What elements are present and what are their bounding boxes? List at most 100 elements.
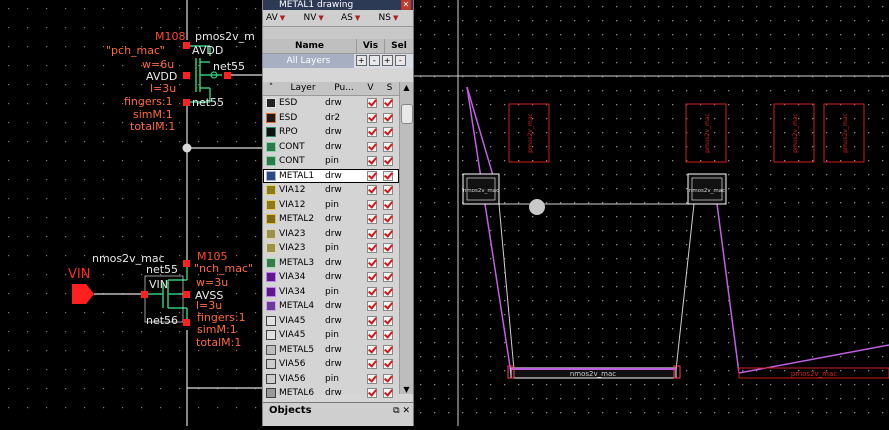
all-layers-row[interactable]: All Layers + - + - bbox=[263, 54, 413, 68]
visible-checkbox[interactable] bbox=[367, 112, 377, 123]
layer-row[interactable]: METAL1 drw bbox=[263, 168, 399, 183]
filter-as[interactable]: AS ▼ bbox=[338, 13, 376, 23]
visible-checkbox[interactable] bbox=[367, 330, 377, 341]
layout-canvas[interactable]: pmos2v_mac pmos2v_mac pmos2v_mac pmos2v_… bbox=[414, 0, 889, 426]
selectable-checkbox[interactable] bbox=[383, 373, 393, 384]
selectable-checkbox[interactable] bbox=[383, 301, 393, 312]
show-all-sel-button[interactable]: + bbox=[381, 55, 393, 66]
scroll-down-icon[interactable]: ▼ bbox=[400, 385, 413, 394]
selectable-checkbox[interactable] bbox=[383, 359, 393, 370]
dropdown-arrow-icon: ▼ bbox=[279, 14, 286, 22]
layer-row[interactable]: METAL3 drw bbox=[263, 256, 399, 271]
col-visible[interactable]: V bbox=[361, 82, 380, 95]
hide-all-sel-button[interactable]: - bbox=[394, 55, 406, 66]
selectable-checkbox[interactable] bbox=[383, 156, 393, 167]
selectable-checkbox[interactable] bbox=[383, 199, 393, 210]
col-name[interactable]: Name bbox=[263, 39, 357, 53]
selectable-checkbox[interactable] bbox=[383, 272, 393, 283]
col-layer[interactable]: Layer bbox=[279, 82, 327, 95]
visible-checkbox[interactable] bbox=[367, 344, 377, 355]
visible-checkbox[interactable] bbox=[367, 315, 377, 326]
col-vis[interactable]: Vis bbox=[357, 39, 385, 53]
selectable-checkbox[interactable] bbox=[383, 315, 393, 326]
float-window-icon[interactable]: ⧉ bbox=[393, 406, 399, 416]
visible-checkbox[interactable] bbox=[367, 272, 377, 283]
selectable-checkbox[interactable] bbox=[383, 170, 393, 181]
col-sel[interactable]: Sel bbox=[385, 39, 413, 53]
scroll-up-icon[interactable]: ▲ bbox=[400, 82, 413, 93]
visible-checkbox[interactable] bbox=[367, 170, 377, 181]
visible-checkbox[interactable] bbox=[367, 228, 377, 239]
layer-row[interactable]: RPO drw bbox=[263, 125, 399, 140]
dropdown-arrow-icon: ▼ bbox=[318, 14, 324, 22]
layer-row[interactable]: METAL6 drw bbox=[263, 386, 399, 401]
visible-checkbox[interactable] bbox=[367, 98, 377, 109]
visible-checkbox[interactable] bbox=[367, 286, 377, 297]
selectable-checkbox[interactable] bbox=[383, 330, 393, 341]
selectable-checkbox[interactable] bbox=[383, 344, 393, 355]
selectable-checkbox[interactable] bbox=[383, 228, 393, 239]
layer-row[interactable]: METAL5 drw bbox=[263, 343, 399, 358]
layer-row[interactable]: VIA12 pin bbox=[263, 198, 399, 213]
filter-ns[interactable]: NS ▼ bbox=[376, 13, 414, 23]
visible-checkbox[interactable] bbox=[367, 214, 377, 225]
visible-checkbox[interactable] bbox=[367, 243, 377, 254]
layer-purpose: drw bbox=[325, 388, 342, 399]
layer-list-scrollbar[interactable]: ▲ ▼ bbox=[399, 82, 413, 394]
close-icon[interactable]: ✕ bbox=[401, 0, 411, 10]
layer-row[interactable]: VIA45 drw bbox=[263, 314, 399, 329]
nmos-simM: simM:1 bbox=[197, 323, 237, 336]
visible-checkbox[interactable] bbox=[367, 127, 377, 138]
selectable-checkbox[interactable] bbox=[383, 243, 393, 254]
layer-row[interactable]: CONT drw bbox=[263, 140, 399, 155]
selectable-checkbox[interactable] bbox=[383, 98, 393, 109]
layer-row[interactable]: ESD dr2 bbox=[263, 111, 399, 126]
show-all-vis-button[interactable]: + bbox=[355, 55, 367, 66]
layer-row[interactable]: METAL2 drw bbox=[263, 212, 399, 227]
visible-checkbox[interactable] bbox=[367, 301, 377, 312]
layer-row[interactable]: VIA56 pin bbox=[263, 372, 399, 387]
layer-name: VIA45 bbox=[279, 315, 306, 326]
selectable-checkbox[interactable] bbox=[383, 388, 393, 399]
hide-all-vis-button[interactable]: - bbox=[368, 55, 380, 66]
col-purpose[interactable]: Pu... bbox=[327, 82, 361, 95]
nmos-net-top: net55 bbox=[146, 263, 178, 276]
layer-row[interactable]: CONT pin bbox=[263, 154, 399, 169]
selectable-checkbox[interactable] bbox=[383, 112, 393, 123]
visible-checkbox[interactable] bbox=[367, 359, 377, 370]
schematic-canvas[interactable]: M108 pmos2v_m "pch_mac" AVDD w=6u net55 … bbox=[0, 0, 262, 426]
close-icon[interactable]: ✕ bbox=[402, 406, 410, 416]
scroll-thumb[interactable] bbox=[401, 104, 413, 124]
layer-name: ESD bbox=[279, 112, 298, 123]
filter-av[interactable]: AV ▼ bbox=[263, 13, 301, 23]
visible-checkbox[interactable] bbox=[367, 185, 377, 196]
selectable-checkbox[interactable] bbox=[383, 127, 393, 138]
layer-row[interactable]: ESD drw bbox=[263, 96, 399, 111]
layer-row[interactable]: VIA12 drw bbox=[263, 183, 399, 198]
layer-row[interactable]: VIA56 drw bbox=[263, 357, 399, 372]
visible-checkbox[interactable] bbox=[367, 156, 377, 167]
selectable-checkbox[interactable] bbox=[383, 286, 393, 297]
selectable-checkbox[interactable] bbox=[383, 257, 393, 268]
selectable-checkbox[interactable] bbox=[383, 141, 393, 152]
visible-checkbox[interactable] bbox=[367, 257, 377, 268]
layer-row[interactable]: VIA23 pin bbox=[263, 241, 399, 256]
layer-row[interactable]: VIA23 drw bbox=[263, 227, 399, 242]
col-selectable[interactable]: S bbox=[380, 82, 399, 95]
layout-instance[interactable]: nmos2v_mac bbox=[462, 173, 500, 205]
layer-row[interactable]: VIA34 drw bbox=[263, 270, 399, 285]
selectable-checkbox[interactable] bbox=[383, 185, 393, 196]
filter-nv[interactable]: NV ▼ bbox=[301, 13, 339, 23]
visible-checkbox[interactable] bbox=[367, 199, 377, 210]
layer-row[interactable]: METAL4 drw bbox=[263, 299, 399, 314]
visible-checkbox[interactable] bbox=[367, 388, 377, 399]
layer-purpose: pin bbox=[325, 286, 339, 297]
visible-checkbox[interactable] bbox=[367, 373, 377, 384]
selectable-checkbox[interactable] bbox=[383, 214, 393, 225]
layout-instance-bar[interactable]: nmos2v_mac bbox=[507, 365, 681, 379]
layer-row[interactable]: VIA34 pin bbox=[263, 285, 399, 300]
layer-row[interactable]: VIA45 pin bbox=[263, 328, 399, 343]
layout-instance[interactable]: nmos2v_mac bbox=[687, 173, 727, 205]
sort-up-icon[interactable]: ˄ bbox=[263, 82, 279, 95]
visible-checkbox[interactable] bbox=[367, 141, 377, 152]
